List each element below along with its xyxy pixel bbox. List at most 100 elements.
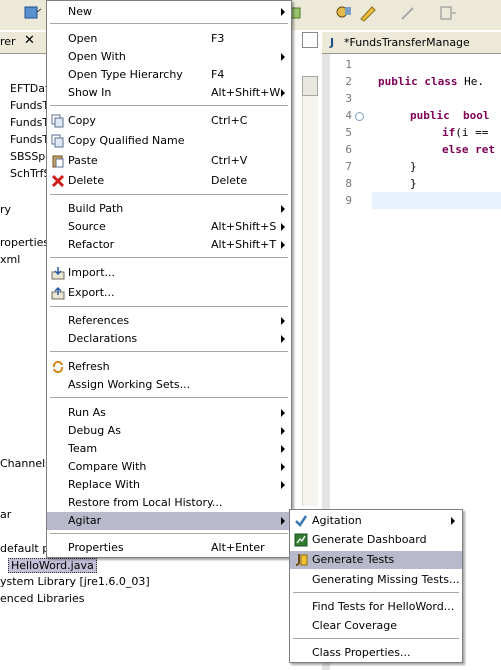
menu-item-export[interactable]: Export...	[47, 284, 291, 302]
menu-shortcut: F4	[211, 68, 225, 81]
maximize-icon[interactable]	[302, 32, 318, 48]
code-line-8: }	[410, 177, 417, 190]
toolbar-search-icon[interactable]	[334, 4, 354, 22]
menu-item-paste[interactable]: Paste Ctrl+V	[47, 152, 291, 170]
menu-item-replace-with[interactable]: Replace With	[47, 476, 291, 494]
line-number: 3	[345, 92, 352, 105]
editor-tab-title[interactable]: *FundsTransferManage	[344, 36, 470, 49]
tree-item[interactable]: ystem Library [jre1.6.0_03]	[0, 575, 150, 588]
submenu-arrow-icon	[281, 445, 285, 453]
tree-item[interactable]: roperties	[0, 236, 49, 249]
line-number: 5	[345, 126, 352, 139]
submenu-item-find-tests[interactable]: Find Tests for HelloWord...	[290, 598, 462, 616]
menu-item-copy-qualified-name[interactable]: Copy Qualified Name	[47, 132, 291, 150]
code-line-4: public bool	[410, 109, 489, 122]
tree-item[interactable]: SchTrfS	[10, 167, 50, 180]
tree-item[interactable]: enced Libraries	[0, 592, 85, 605]
check-icon	[295, 515, 308, 527]
menu-item-assign-working-sets[interactable]: Assign Working Sets...	[47, 376, 291, 394]
menu-item-new[interactable]: New	[47, 3, 291, 21]
menu-item-label: Generate Tests	[312, 553, 395, 566]
toolbar-nav-icon[interactable]	[438, 4, 458, 22]
submenu-item-generate-tests[interactable]: Generate Tests	[290, 551, 462, 569]
tree-item[interactable]: FundsT	[10, 116, 49, 129]
package-explorer-tab-label: rer	[0, 35, 16, 48]
package-explorer-tab[interactable]: rer ✕	[0, 32, 46, 54]
menu-item-refresh[interactable]: Refresh	[47, 358, 291, 376]
submenu-arrow-icon	[451, 517, 455, 525]
menu-item-label: Compare With	[68, 460, 147, 473]
separator	[50, 194, 288, 195]
menu-shortcut: Ctrl+V	[211, 154, 248, 167]
copy-icon	[51, 134, 64, 148]
menu-item-properties[interactable]: Properties Alt+Enter	[47, 539, 291, 557]
menu-item-team[interactable]: Team	[47, 440, 291, 458]
menu-item-open-type-hierarchy[interactable]: Open Type Hierarchy F4	[47, 66, 291, 84]
submenu-item-generate-dashboard[interactable]: Generate Dashboard	[290, 531, 462, 549]
menu-item-declarations[interactable]: Declarations	[47, 330, 291, 348]
submenu-item-agitation[interactable]: Agitation	[290, 512, 462, 530]
menu-item-open-with[interactable]: Open With	[47, 48, 291, 66]
submenu-arrow-icon	[281, 463, 285, 471]
menu-item-label: Generating Missing Tests...	[312, 573, 460, 586]
tree-item[interactable]: FundsT	[10, 133, 49, 146]
code-keyword: if	[442, 126, 456, 139]
menu-item-label: Open With	[68, 50, 126, 63]
toolbar-tool-icon[interactable]	[22, 4, 42, 22]
java-file-icon: J	[330, 36, 335, 49]
menu-item-refactor[interactable]: Refactor Alt+Shift+T	[47, 236, 291, 254]
tree-item[interactable]: Channels	[0, 457, 51, 470]
menu-item-label: Show In	[68, 86, 112, 99]
fold-toggle-icon[interactable]	[355, 112, 364, 121]
menu-item-open[interactable]: Open F3	[47, 30, 291, 48]
menu-shortcut: Ctrl+C	[211, 114, 248, 127]
tree-item[interactable]: ry	[0, 203, 11, 216]
submenu-item-class-properties[interactable]: Class Properties...	[290, 644, 462, 662]
menu-item-label: Declarations	[68, 332, 138, 345]
menu-item-agitar[interactable]: Agitar	[47, 512, 291, 530]
menu-item-label: Assign Working Sets...	[68, 378, 191, 391]
tree-item[interactable]: xml	[0, 253, 20, 266]
menu-item-references[interactable]: References	[47, 312, 291, 330]
paste-icon	[52, 155, 64, 168]
code-text: (i ==	[455, 126, 489, 139]
line-number: 2	[345, 75, 352, 88]
menu-item-label: Run As	[68, 406, 106, 419]
editor-tabbar: J *FundsTransferManage	[322, 32, 501, 54]
selected-tree-item[interactable]: HelloWord.java	[8, 558, 97, 573]
separator	[293, 638, 459, 639]
separator	[50, 105, 288, 106]
menu-item-source[interactable]: Source Alt+Shift+S	[47, 218, 291, 236]
submenu-item-clear-coverage[interactable]: Clear Coverage	[290, 617, 462, 635]
vertical-scrollbar[interactable]	[302, 76, 318, 506]
close-icon[interactable]: ✕	[24, 33, 35, 48]
scroll-up-button[interactable]	[302, 76, 318, 96]
menu-item-label: Generate Dashboard	[312, 533, 427, 546]
menu-item-show-in[interactable]: Show In Alt+Shift+W	[47, 84, 291, 102]
delete-icon	[51, 174, 65, 188]
menu-item-label: Class Properties...	[312, 646, 411, 659]
menu-item-label: References	[68, 314, 130, 327]
line-number: 6	[345, 143, 352, 156]
menu-shortcut: Alt+Shift+T	[211, 238, 277, 251]
menu-item-run-as[interactable]: Run As	[47, 404, 291, 422]
menu-item-label: New	[68, 5, 92, 18]
tree-item[interactable]: FundsT	[10, 99, 49, 112]
submenu-arrow-icon	[281, 317, 285, 325]
menu-item-import[interactable]: Import...	[47, 264, 291, 282]
menu-item-copy[interactable]: Copy Ctrl+C	[47, 112, 291, 130]
submenu-arrow-icon	[281, 8, 285, 16]
menu-item-delete[interactable]: Delete Delete	[47, 172, 291, 190]
toolbar-pencil-icon[interactable]	[358, 4, 378, 22]
menu-item-debug-as[interactable]: Debug As	[47, 422, 291, 440]
line-number: 8	[345, 177, 352, 190]
menu-item-compare-with[interactable]: Compare With	[47, 458, 291, 476]
tree-item[interactable]: EFTDat	[10, 82, 49, 95]
submenu-item-generating-missing-tests[interactable]: Generating Missing Tests...	[290, 571, 462, 589]
tree-item[interactable]: ar	[0, 508, 11, 521]
menu-item-label: Build Path	[68, 202, 124, 215]
menu-item-build-path[interactable]: Build Path	[47, 200, 291, 218]
menu-item-restore-local-history[interactable]: Restore from Local History...	[47, 494, 291, 512]
code-line-6: else ret	[442, 143, 495, 156]
line-number: 4	[345, 109, 352, 122]
